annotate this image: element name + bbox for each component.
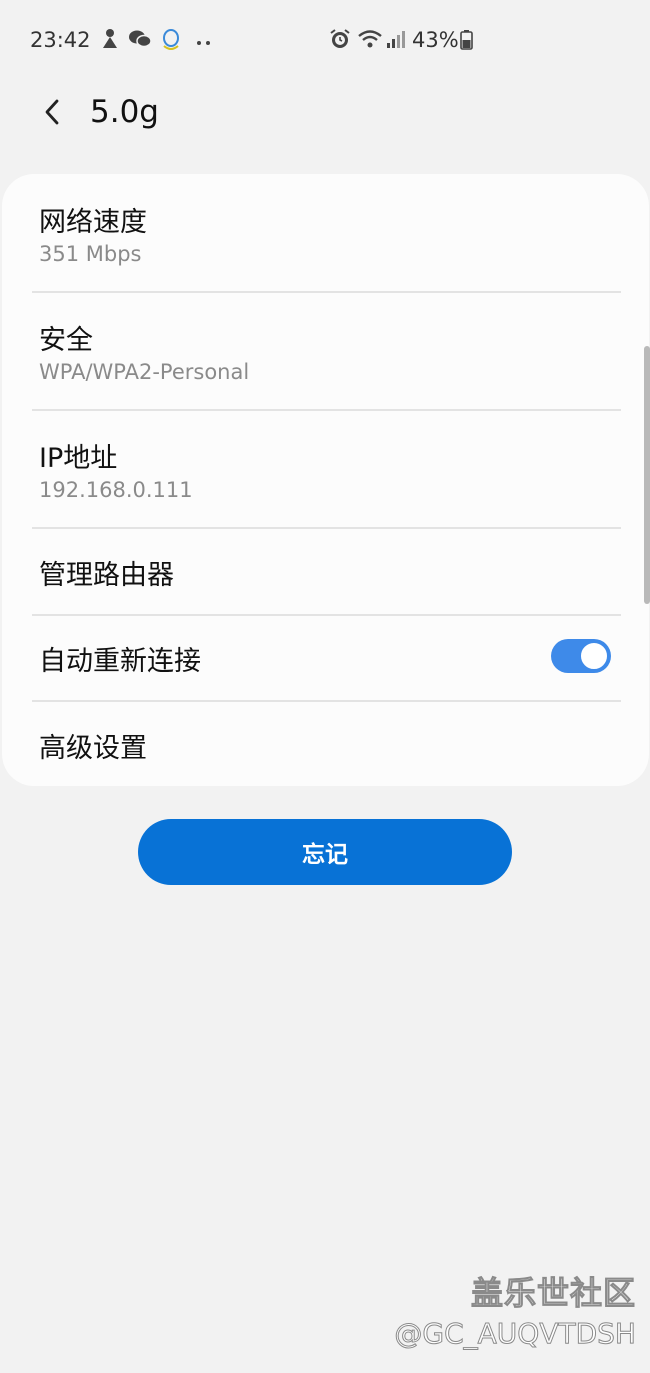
watermark-handle: @GC_AUQVTDSH	[394, 1317, 637, 1351]
more-dots-icon	[196, 32, 212, 51]
network-speed-label: 网络速度	[39, 207, 147, 238]
chevron-left-icon	[45, 99, 59, 125]
security-label: 安全	[39, 325, 93, 356]
ip-address-value: 192.168.0.111	[39, 478, 193, 502]
ip-address-label: IP地址	[39, 443, 118, 474]
network-speed-row: 网络速度 351 Mbps	[2, 174, 649, 292]
battery-percent: 43%	[412, 28, 459, 52]
status-time: 23:42	[30, 28, 91, 52]
qq-icon	[160, 28, 182, 56]
alarm-icon	[329, 28, 351, 54]
manage-router-row[interactable]: 管理路由器	[2, 528, 649, 614]
wifi-icon	[357, 28, 383, 54]
auto-reconnect-row[interactable]: 自动重新连接	[2, 615, 649, 701]
network-speed-value: 351 Mbps	[39, 242, 142, 266]
wechat-icon	[128, 28, 152, 54]
battery-icon	[460, 30, 473, 54]
advanced-settings-row[interactable]: 高级设置	[2, 701, 649, 786]
scrollbar[interactable]	[644, 346, 650, 604]
back-button[interactable]	[30, 90, 74, 134]
network-details-card: 网络速度 351 Mbps 安全 WPA/WPA2-Personal IP地址 …	[2, 174, 649, 786]
manage-router-label: 管理路由器	[39, 560, 174, 591]
security-value: WPA/WPA2-Personal	[39, 360, 250, 384]
signal-icon	[386, 28, 406, 54]
watermark-title: 盖乐世社区	[470, 1274, 636, 1313]
ip-address-row: IP地址 192.168.0.111	[2, 410, 649, 528]
app-notification-icon	[100, 28, 120, 54]
status-bar: 23:42 43%	[0, 0, 650, 80]
forget-network-button[interactable]: 忘记	[138, 819, 512, 885]
advanced-settings-label: 高级设置	[39, 733, 147, 764]
toggle-knob	[579, 641, 609, 671]
auto-reconnect-label: 自动重新连接	[39, 646, 201, 677]
app-header: 5.0g	[0, 80, 650, 150]
page-title: 5.0g	[90, 94, 159, 130]
auto-reconnect-toggle[interactable]	[551, 639, 611, 673]
security-row: 安全 WPA/WPA2-Personal	[2, 292, 649, 410]
